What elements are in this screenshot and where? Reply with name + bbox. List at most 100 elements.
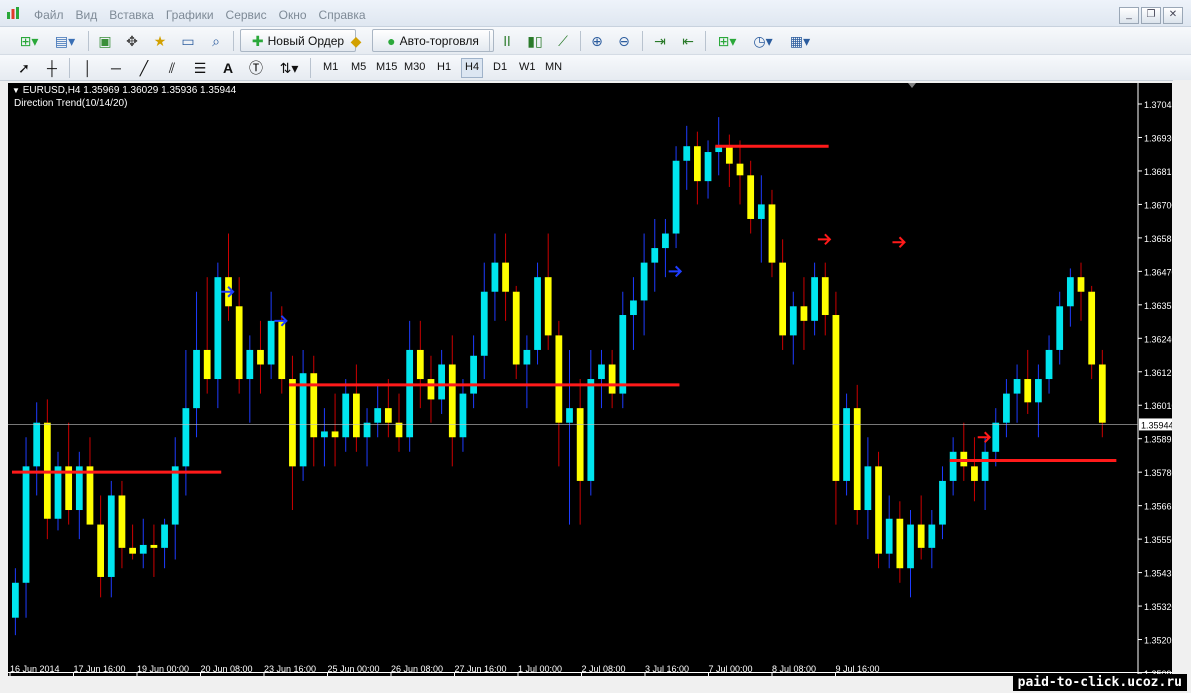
- bar-body: [235, 306, 243, 380]
- bar-body: [619, 315, 627, 394]
- chart-window[interactable]: 1.37045 1.36930 1.36815 1.36700 1.36585 1.364…: [8, 83, 1172, 676]
- toolbar-separator: [642, 31, 643, 51]
- chart-shift-icon: ⇤: [682, 32, 694, 49]
- bar-body: [768, 204, 776, 263]
- indicators-button[interactable]: ⊞▾: [712, 30, 742, 51]
- metaeditor-icon: ◆: [350, 32, 362, 49]
- menu-item[interactable]: Окно: [279, 0, 319, 26]
- bar-body: [171, 466, 179, 525]
- close-icon[interactable]: ✕: [1163, 7, 1183, 24]
- arrows-button[interactable]: ⇅▾: [274, 57, 304, 78]
- timeframe-d1[interactable]: D1: [490, 58, 510, 76]
- collapse-icon[interactable]: ▼: [12, 86, 20, 95]
- sell-arrow-icon: [817, 233, 832, 246]
- auto-scroll-button[interactable]: ⇥: [650, 30, 670, 51]
- price-label: 1.35320: [1144, 602, 1172, 612]
- indicator-name: Direction Trend(10/14/20): [14, 98, 128, 109]
- zoom-out-button[interactable]: ⊖: [614, 30, 634, 51]
- timeframe-h1[interactable]: H1: [434, 58, 454, 76]
- bar-body: [416, 349, 424, 380]
- bar-body: [86, 466, 94, 525]
- menu-item[interactable]: Сервис: [226, 0, 279, 26]
- timeframe-mn[interactable]: MN: [542, 58, 565, 76]
- price-label: 1.36240: [1144, 334, 1172, 344]
- candlesticks-icon: ▮▯: [527, 32, 543, 49]
- bar-body: [683, 146, 691, 161]
- data-window-button[interactable]: ★: [150, 30, 170, 51]
- bar-body: [694, 146, 701, 182]
- terminal-button[interactable]: ▭: [178, 30, 198, 51]
- metaeditor-button[interactable]: ◆: [346, 30, 366, 51]
- price-chart[interactable]: 1.37045 1.36930 1.36815 1.36700 1.36585 1.364…: [8, 83, 1172, 676]
- periods-button[interactable]: ◷▾: [748, 30, 778, 51]
- time-label: 16 Jun 2014: [10, 664, 60, 674]
- text-label-button[interactable]: Ⓣ: [246, 57, 266, 78]
- auto-trading-label: Авто-торговля: [399, 33, 479, 48]
- bar-body: [502, 262, 509, 292]
- menu-item[interactable]: Вставка: [109, 0, 166, 26]
- bar-body: [1024, 379, 1032, 403]
- price-label: 1.35895: [1144, 435, 1172, 445]
- restore-icon[interactable]: ❐: [1141, 7, 1161, 24]
- price-label: 1.36930: [1144, 133, 1172, 143]
- crosshair-icon: ┼: [47, 59, 57, 76]
- timeframe-m1[interactable]: M1: [320, 58, 341, 76]
- price-label: 1.36470: [1144, 267, 1172, 277]
- bar-body: [214, 277, 222, 380]
- strategy-tester-button[interactable]: ⌕: [206, 30, 226, 51]
- bar-body: [1045, 349, 1053, 380]
- new-chart-button[interactable]: ⊞▾: [14, 30, 44, 51]
- fibonacci-button[interactable]: ☰: [190, 57, 210, 78]
- bar-body: [949, 451, 957, 481]
- menu-item[interactable]: Вид: [76, 0, 110, 26]
- bar-body: [395, 422, 403, 438]
- line-chart-button[interactable]: ⟋: [553, 30, 573, 51]
- price-label: 1.36355: [1144, 301, 1172, 311]
- cursor-button[interactable]: ➚: [14, 57, 34, 78]
- timeframe-m30[interactable]: M30: [401, 58, 428, 76]
- bar-body: [331, 431, 339, 438]
- timeframe-m15[interactable]: M15: [373, 58, 400, 76]
- text-button[interactable]: A: [218, 57, 238, 78]
- bar-chart-button[interactable]: ǀǀ: [497, 30, 517, 51]
- menu-item[interactable]: Справка: [319, 0, 378, 26]
- market-watch-button[interactable]: ▣: [95, 30, 115, 51]
- profiles-button[interactable]: ▤▾: [50, 30, 80, 51]
- line-chart-icon: ⟋: [558, 32, 568, 49]
- zoom-in-button[interactable]: ⊕: [587, 30, 607, 51]
- timeframe-h4[interactable]: H4: [461, 58, 484, 78]
- vertical-line-button[interactable]: │: [78, 57, 98, 78]
- crosshair-button[interactable]: ┼: [42, 57, 62, 78]
- profiles-icon: ▤▾: [54, 32, 76, 49]
- candlesticks-button[interactable]: ▮▯: [525, 30, 545, 51]
- new-order-button[interactable]: ✚ Новый Ордер: [240, 29, 356, 52]
- templates-button[interactable]: ▦▾: [785, 30, 815, 51]
- minimize-icon[interactable]: _: [1119, 7, 1139, 24]
- auto-trading-button[interactable]: ● Авто-торговля: [372, 29, 494, 52]
- navigator-button[interactable]: ✥: [122, 30, 142, 51]
- bar-body: [353, 393, 360, 438]
- menu-item[interactable]: Графики: [166, 0, 226, 26]
- bar-body: [438, 364, 446, 400]
- chart-shift-button[interactable]: ⇤: [678, 30, 698, 51]
- horizontal-line-button[interactable]: ─: [106, 57, 126, 78]
- bar-body: [704, 152, 712, 182]
- toolbar-separator: [88, 31, 89, 51]
- bar-body: [22, 466, 30, 583]
- bar-body: [566, 408, 573, 423]
- equidistant-channel-button[interactable]: ⫽: [162, 57, 182, 78]
- bar-body: [896, 518, 904, 569]
- bar-body: [576, 408, 584, 481]
- chart-symbol-header: ▼ EURUSD,H4 1.35969 1.36029 1.35936 1.35…: [12, 85, 236, 97]
- bar-body: [864, 466, 872, 511]
- timeframe-w1[interactable]: W1: [516, 58, 539, 76]
- bar-body: [161, 524, 168, 548]
- trendline-button[interactable]: ╱: [134, 57, 154, 78]
- indicators-icon: ⊞▾: [717, 32, 737, 49]
- menu-item[interactable]: Файл: [34, 0, 76, 26]
- text-icon: A: [222, 59, 234, 76]
- zoom-in-icon: ⊕: [591, 32, 603, 49]
- bar-body: [587, 379, 595, 481]
- timeframe-m5[interactable]: M5: [348, 58, 369, 76]
- time-label: 19 Jun 00:00: [137, 664, 189, 674]
